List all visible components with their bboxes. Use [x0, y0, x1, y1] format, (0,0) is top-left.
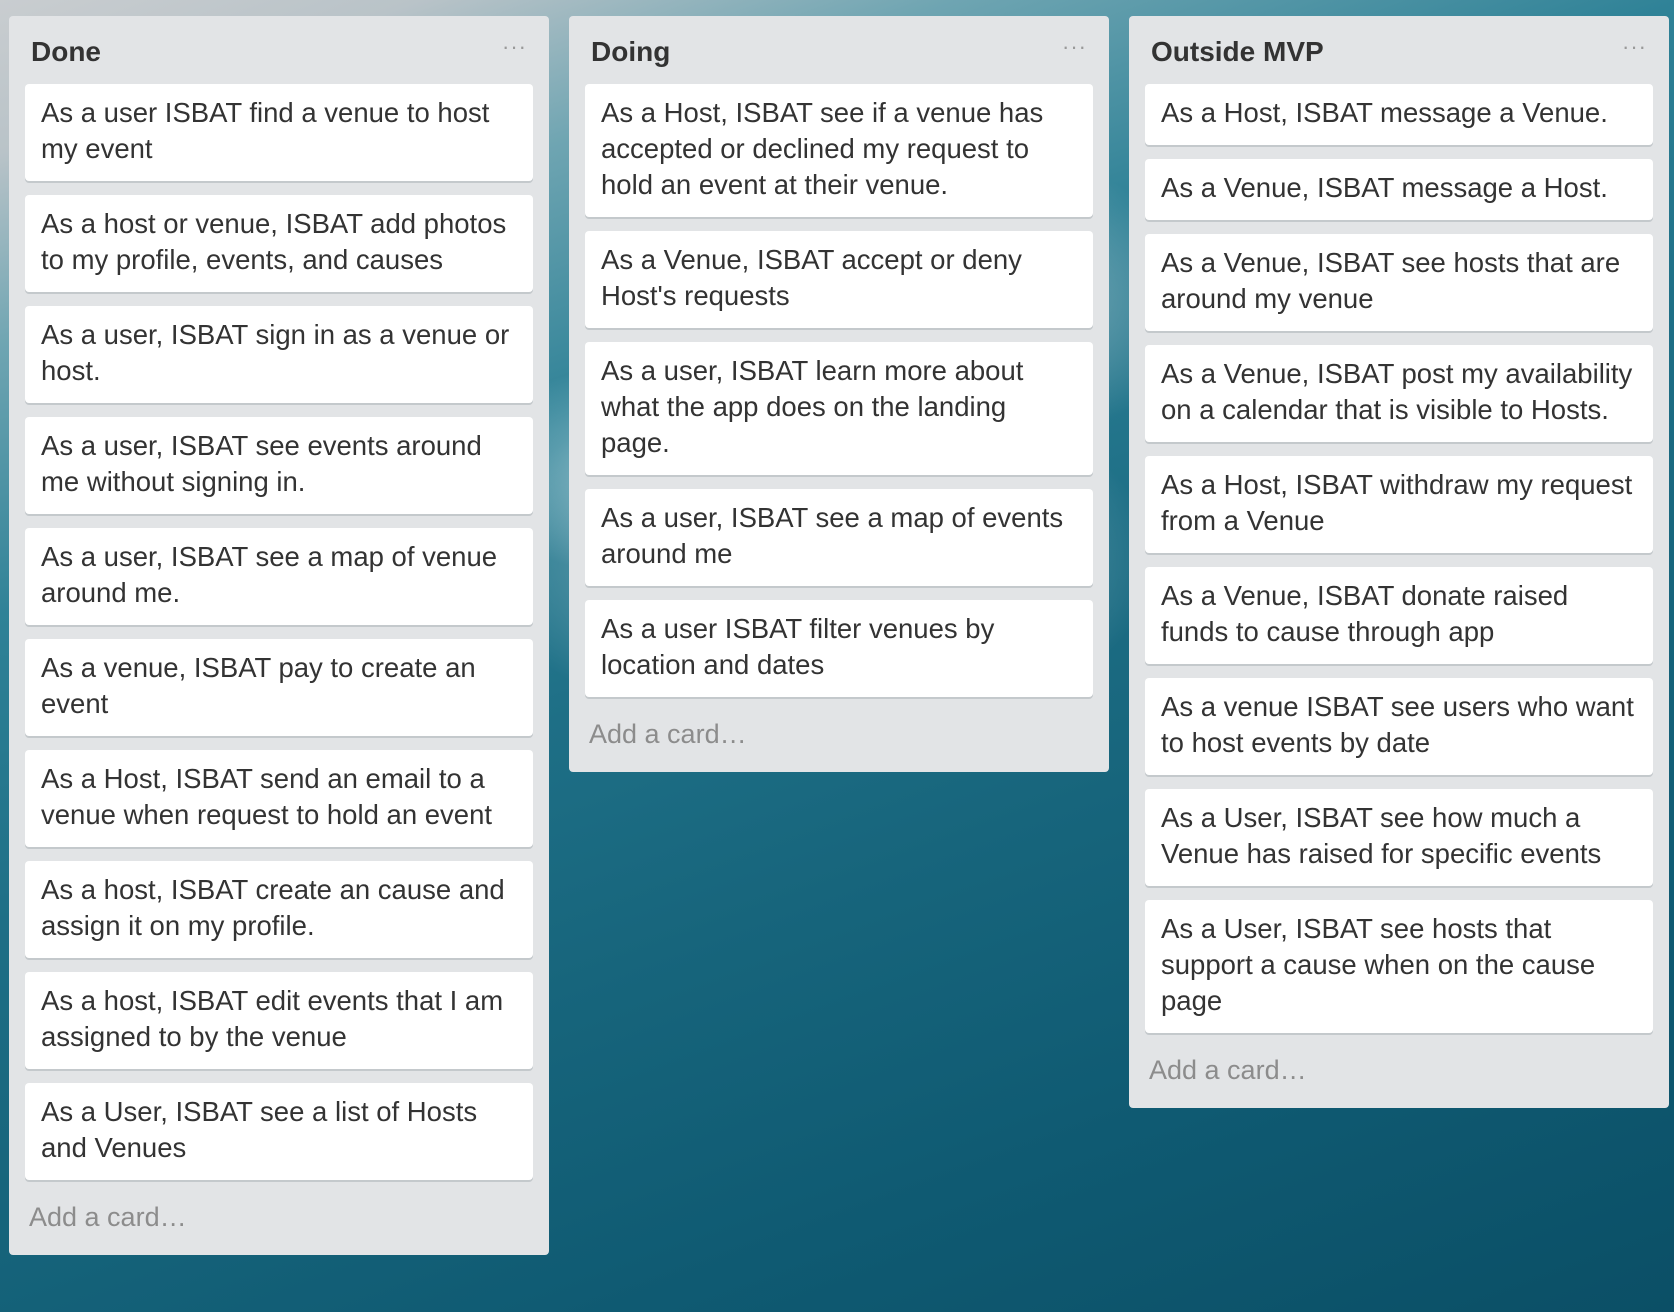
- card[interactable]: As a User, ISBAT see how much a Venue ha…: [1145, 789, 1653, 886]
- card[interactable]: As a user, ISBAT sign in as a venue or h…: [25, 306, 533, 403]
- card[interactable]: As a Host, ISBAT withdraw my request fro…: [1145, 456, 1653, 553]
- card[interactable]: As a venue, ISBAT pay to create an event: [25, 639, 533, 736]
- card[interactable]: As a Host, ISBAT see if a venue has acce…: [585, 84, 1093, 217]
- card[interactable]: As a user, ISBAT see a map of events aro…: [585, 489, 1093, 586]
- board: Done ··· As a user ISBAT find a venue to…: [0, 0, 1674, 1312]
- list-title: Outside MVP: [1151, 36, 1324, 67]
- list-menu-icon[interactable]: ···: [1622, 34, 1647, 60]
- card[interactable]: As a Host, ISBAT message a Venue.: [1145, 84, 1653, 145]
- card[interactable]: As a Venue, ISBAT donate raised funds to…: [1145, 567, 1653, 664]
- card[interactable]: As a user, ISBAT see a map of venue arou…: [25, 528, 533, 625]
- list-title: Done: [31, 36, 101, 67]
- card[interactable]: As a host, ISBAT create an cause and ass…: [25, 861, 533, 958]
- add-card-button[interactable]: Add a card…: [25, 1194, 533, 1255]
- add-card-button[interactable]: Add a card…: [1145, 1047, 1653, 1108]
- add-card-button[interactable]: Add a card…: [585, 711, 1093, 772]
- list-header: Outside MVP ···: [1145, 16, 1653, 84]
- card[interactable]: As a Venue, ISBAT message a Host.: [1145, 159, 1653, 220]
- card[interactable]: As a host or venue, ISBAT add photos to …: [25, 195, 533, 292]
- list-menu-icon[interactable]: ···: [502, 34, 527, 60]
- list-header: Doing ···: [585, 16, 1093, 84]
- card[interactable]: As a host, ISBAT edit events that I am a…: [25, 972, 533, 1069]
- card[interactable]: As a venue ISBAT see users who want to h…: [1145, 678, 1653, 775]
- card[interactable]: As a user, ISBAT learn more about what t…: [585, 342, 1093, 475]
- card[interactable]: As a User, ISBAT see hosts that support …: [1145, 900, 1653, 1033]
- card[interactable]: As a user, ISBAT see events around me wi…: [25, 417, 533, 514]
- card[interactable]: As a Venue, ISBAT accept or deny Host's …: [585, 231, 1093, 328]
- card[interactable]: As a user ISBAT filter venues by locatio…: [585, 600, 1093, 697]
- list-done: Done ··· As a user ISBAT find a venue to…: [9, 16, 549, 1255]
- card[interactable]: As a Venue, ISBAT post my availability o…: [1145, 345, 1653, 442]
- list-doing: Doing ··· As a Host, ISBAT see if a venu…: [569, 16, 1109, 772]
- list-title: Doing: [591, 36, 671, 67]
- list-header: Done ···: [25, 16, 533, 84]
- list-outside-mvp: Outside MVP ··· As a Host, ISBAT message…: [1129, 16, 1669, 1108]
- card[interactable]: As a Venue, ISBAT see hosts that are aro…: [1145, 234, 1653, 331]
- card[interactable]: As a User, ISBAT see a list of Hosts and…: [25, 1083, 533, 1180]
- card[interactable]: As a user ISBAT find a venue to host my …: [25, 84, 533, 181]
- card[interactable]: As a Host, ISBAT send an email to a venu…: [25, 750, 533, 847]
- list-menu-icon[interactable]: ···: [1062, 34, 1087, 60]
